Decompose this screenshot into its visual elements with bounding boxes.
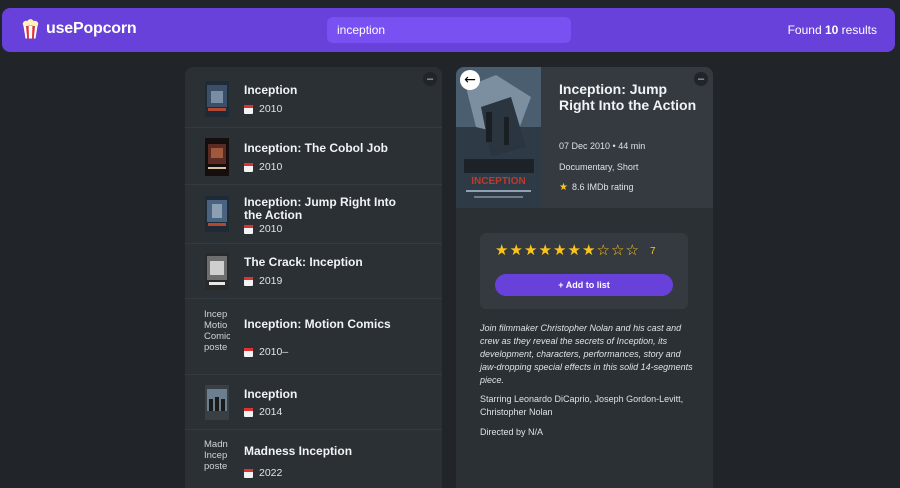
list-item[interactable]: Incep Motio Comic poste Inception: Motio… — [185, 299, 442, 375]
movie-year-text: 2010 — [259, 223, 283, 235]
movie-title: Inception — [244, 83, 298, 97]
add-to-list-button[interactable]: + Add to list — [495, 274, 673, 296]
imdb-rating: ★ 8.6 IMDb rating — [559, 182, 634, 193]
nav-bar: usePopcorn Found 10 results — [2, 8, 895, 52]
movie-poster-alt-text: Incep Motio Comic poste — [204, 309, 230, 353]
star-empty-icon[interactable]: ☆ — [611, 243, 625, 258]
movie-list-box: – Inception 2010 Inception: The Cobol Jo… — [185, 67, 442, 488]
calendar-icon — [244, 468, 253, 478]
star-empty-icon[interactable]: ☆ — [597, 243, 611, 258]
list-item[interactable]: Inception: Jump Right Into the Action 20… — [185, 185, 442, 244]
rating-value: 7 — [650, 245, 656, 257]
movie-poster — [205, 196, 229, 232]
detail-title: Inception: Jump Right Into the Action — [559, 81, 697, 113]
results-number: 10 — [824, 23, 839, 37]
star-rating: ★ ★ ★ ★ ★ ★ ★ ☆ ☆ ☆ 7 — [495, 243, 656, 258]
back-arrow-icon[interactable]: ← — [460, 70, 480, 90]
movie-title: Inception: The Cobol Job — [244, 141, 388, 155]
details-header: ← INCEPTION Inception: Jump Right Into t… — [456, 67, 713, 208]
movie-year-text: 2010 — [259, 103, 283, 115]
movie-details-box: – ← INCEPTION Inception: Jump Right Into… — [456, 67, 713, 488]
movie-year-text: 2019 — [259, 275, 283, 287]
movie-year-text: 2014 — [259, 406, 283, 418]
star-empty-icon[interactable]: ☆ — [626, 243, 640, 258]
star-filled-icon[interactable]: ★ — [495, 243, 509, 258]
star-filled-icon[interactable]: ★ — [524, 243, 538, 258]
starring: Starring Leonardo DiCaprio, Joseph Gordo… — [480, 394, 684, 417]
calendar-icon — [244, 224, 253, 234]
genre: Documentary, Short — [559, 162, 639, 172]
star-filled-icon[interactable]: ★ — [539, 243, 553, 258]
list-item[interactable]: Inception 2010 — [185, 67, 442, 128]
results-suffix: results — [838, 23, 877, 37]
movie-title: The Crack: Inception — [244, 255, 363, 269]
movie-year: 2010 — [244, 223, 282, 235]
list-item[interactable]: Inception 2014 — [185, 375, 442, 430]
popcorn-icon — [22, 19, 39, 39]
calendar-icon — [244, 104, 253, 114]
movie-poster-alt-text: Madn Incep poste — [204, 439, 228, 472]
released-runtime: 07 Dec 2010 • 44 min — [559, 141, 646, 151]
calendar-icon — [244, 162, 253, 172]
star-filled-icon[interactable]: ★ — [553, 243, 567, 258]
results-prefix: Found — [787, 23, 825, 37]
movie-year: 2010 — [244, 161, 282, 173]
calendar-icon — [244, 276, 253, 286]
logo: usePopcorn — [22, 19, 137, 39]
calendar-icon — [244, 347, 253, 357]
movie-year: 2010 — [244, 103, 282, 115]
movie-year: 2010– — [244, 346, 288, 358]
list-item[interactable]: Madn Incep poste Madness Inception 2022 — [185, 430, 442, 488]
search-input[interactable] — [327, 17, 571, 43]
rating-box: ★ ★ ★ ★ ★ ★ ★ ☆ ☆ ☆ 7 + Add to list — [480, 233, 688, 309]
star-icon: ★ — [559, 182, 568, 193]
movie-title: Inception: Motion Comics — [244, 317, 391, 331]
star-filled-icon[interactable]: ★ — [510, 243, 524, 258]
list-toggle-button[interactable]: – — [423, 72, 437, 86]
movie-year-text: 2010– — [259, 346, 289, 358]
movie-title: Madness Inception — [244, 444, 353, 458]
movie-list: Inception 2010 Inception: The Cobol Job … — [185, 67, 442, 488]
movie-year: 2019 — [244, 275, 282, 287]
movie-year-text: 2022 — [259, 467, 283, 479]
plot: Join filmmaker Christopher Nolan and his… — [480, 323, 693, 385]
poster-caption: INCEPTION — [471, 176, 525, 187]
movie-poster — [205, 385, 229, 420]
movie-poster — [205, 253, 229, 290]
movie-year-text: 2010 — [259, 161, 283, 173]
movie-poster — [205, 81, 229, 117]
list-item[interactable]: Inception: The Cobol Job 2010 — [185, 128, 442, 185]
movie-title: Inception — [244, 387, 298, 401]
calendar-icon — [244, 407, 253, 417]
logo-text: usePopcorn — [46, 20, 137, 37]
movie-year: 2022 — [244, 467, 282, 479]
movie-title: Inception: Jump Right Into the Action — [244, 195, 396, 222]
movie-year: 2014 — [244, 406, 282, 418]
list-item[interactable]: The Crack: Inception 2019 — [185, 244, 442, 299]
directed-by: Directed by N/A — [480, 427, 544, 437]
details-toggle-button[interactable]: – — [694, 72, 708, 86]
star-filled-icon[interactable]: ★ — [568, 243, 582, 258]
imdb-rating-text: 8.6 IMDb rating — [571, 182, 634, 192]
movie-poster — [205, 138, 229, 176]
star-filled-icon[interactable]: ★ — [582, 243, 596, 258]
results-count: Found 10 results — [788, 23, 877, 37]
